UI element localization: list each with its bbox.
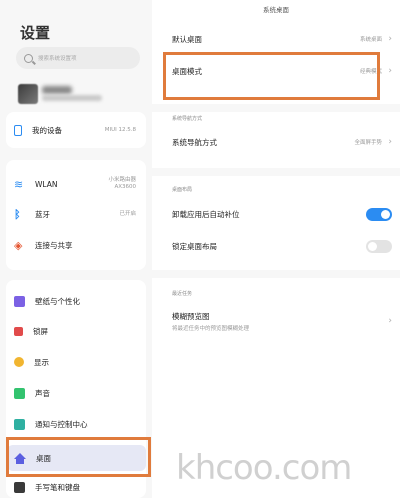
watermark: khcoo.com [176, 448, 352, 488]
search-icon [24, 53, 33, 63]
wifi-icon: ≋ [14, 177, 24, 191]
section-label-recent: 最近任务 [172, 291, 193, 297]
account-name-redacted [42, 86, 72, 94]
sidebar-item-notifications[interactable]: 通知与控制中心 [14, 413, 142, 435]
sidebar-item-label: 手写笔和键盘 [35, 482, 80, 492]
default-desktop-row[interactable]: 默认桌面 系统桌面 › [172, 28, 392, 50]
sidebar-item-value: 已开启 [119, 210, 136, 217]
blur-preview-text: 模糊预览图 将最近任务中的预览图模糊处理 [172, 311, 249, 332]
sidebar-item-label: 声音 [35, 388, 50, 398]
highlight-box-home [6, 437, 151, 477]
sidebar-item-connection-share[interactable]: ◈ 连接与共享 [14, 234, 142, 256]
sidebar-item-value: 小米路由器 AX3600 [108, 177, 136, 190]
keyboard-icon [14, 481, 25, 493]
share-icon: ◈ [14, 238, 23, 252]
sidebar-item-display[interactable]: 显示 [14, 351, 142, 373]
sidebar-item-label: 锁屏 [33, 326, 48, 336]
lock-icon [14, 326, 23, 336]
divider [152, 270, 400, 278]
lock-layout-row: 锁定桌面布局 [172, 235, 392, 257]
chevron-right-icon: › [388, 66, 392, 76]
sidebar-item-label: 显示 [34, 357, 49, 367]
nav-method-row[interactable]: 系统导航方式 全面屏手势 › [172, 131, 392, 153]
highlight-box-desktop-mode [163, 52, 380, 100]
sidebar-item-wlan[interactable]: ≋ WLAN 小米路由器 AX3600 [14, 173, 142, 195]
notification-icon [14, 418, 25, 430]
settings-sidebar: 设置 搜索系统设置项 我的设备 MIUI 12.5.8 ≋ WLAN 小米路由器… [0, 0, 152, 498]
account-profile[interactable] [18, 84, 138, 104]
divider [152, 104, 400, 112]
sidebar-item-my-device[interactable]: 我的设备 MIUI 12.5.8 [14, 119, 142, 141]
device-icon [14, 124, 22, 136]
sidebar-title: 设置 [20, 24, 51, 42]
sidebar-item-label: 我的设备 [32, 125, 62, 135]
bluetooth-icon: ᛒ [14, 207, 21, 221]
row-label: 系统导航方式 [172, 137, 217, 147]
display-icon [14, 357, 24, 367]
blur-preview-row[interactable]: 模糊预览图 将最近任务中的预览图模糊处理 › [172, 308, 392, 334]
chevron-right-icon: › [388, 137, 392, 147]
section-label-layout: 桌面布局 [172, 187, 193, 193]
search-bar[interactable]: 搜索系统设置项 [16, 47, 140, 69]
sidebar-item-bluetooth[interactable]: ᛒ 蓝牙 已开启 [14, 203, 142, 225]
row-label: 卸载应用后自动补位 [172, 209, 240, 219]
toggle-knob [381, 209, 390, 219]
sidebar-item-label: WLAN [35, 179, 58, 189]
sidebar-item-lockscreen[interactable]: 锁屏 [14, 320, 142, 342]
sidebar-item-label: 壁纸与个性化 [35, 296, 80, 306]
sidebar-item-sound[interactable]: 声音 [14, 382, 142, 404]
section-label-nav: 系统导航方式 [172, 116, 203, 122]
row-label: 锁定桌面布局 [172, 241, 217, 251]
sidebar-item-stylus-keyboard[interactable]: 手写笔和键盘 [14, 476, 142, 498]
account-info-redacted [42, 95, 102, 101]
sidebar-item-label: 通知与控制中心 [35, 419, 88, 429]
row-value: 全面屏手势 [354, 140, 382, 146]
row-sublabel: 将最近任务中的预览图模糊处理 [172, 325, 250, 332]
sidebar-item-label: 蓝牙 [35, 209, 50, 219]
row-value: 系统桌面 [359, 37, 382, 43]
lock-layout-toggle[interactable] [366, 239, 392, 253]
chevron-right-icon: › [388, 316, 392, 326]
page-title: 系统桌面 [263, 6, 289, 14]
auto-fill-toggle[interactable] [366, 207, 392, 221]
row-label: 模糊预览图 [172, 311, 210, 321]
wallpaper-icon [14, 295, 25, 307]
sound-icon [14, 387, 25, 399]
toggle-knob [368, 241, 377, 251]
avatar [18, 84, 38, 104]
row-label: 默认桌面 [172, 34, 202, 44]
search-placeholder: 搜索系统设置项 [38, 56, 77, 62]
auto-fill-row: 卸载应用后自动补位 [172, 203, 392, 225]
divider [152, 168, 400, 176]
sidebar-item-wallpaper[interactable]: 壁纸与个性化 [14, 290, 142, 312]
sidebar-item-label: 连接与共享 [35, 240, 73, 250]
chevron-right-icon: › [388, 34, 392, 44]
sidebar-item-value: MIUI 12.5.8 [104, 126, 136, 133]
